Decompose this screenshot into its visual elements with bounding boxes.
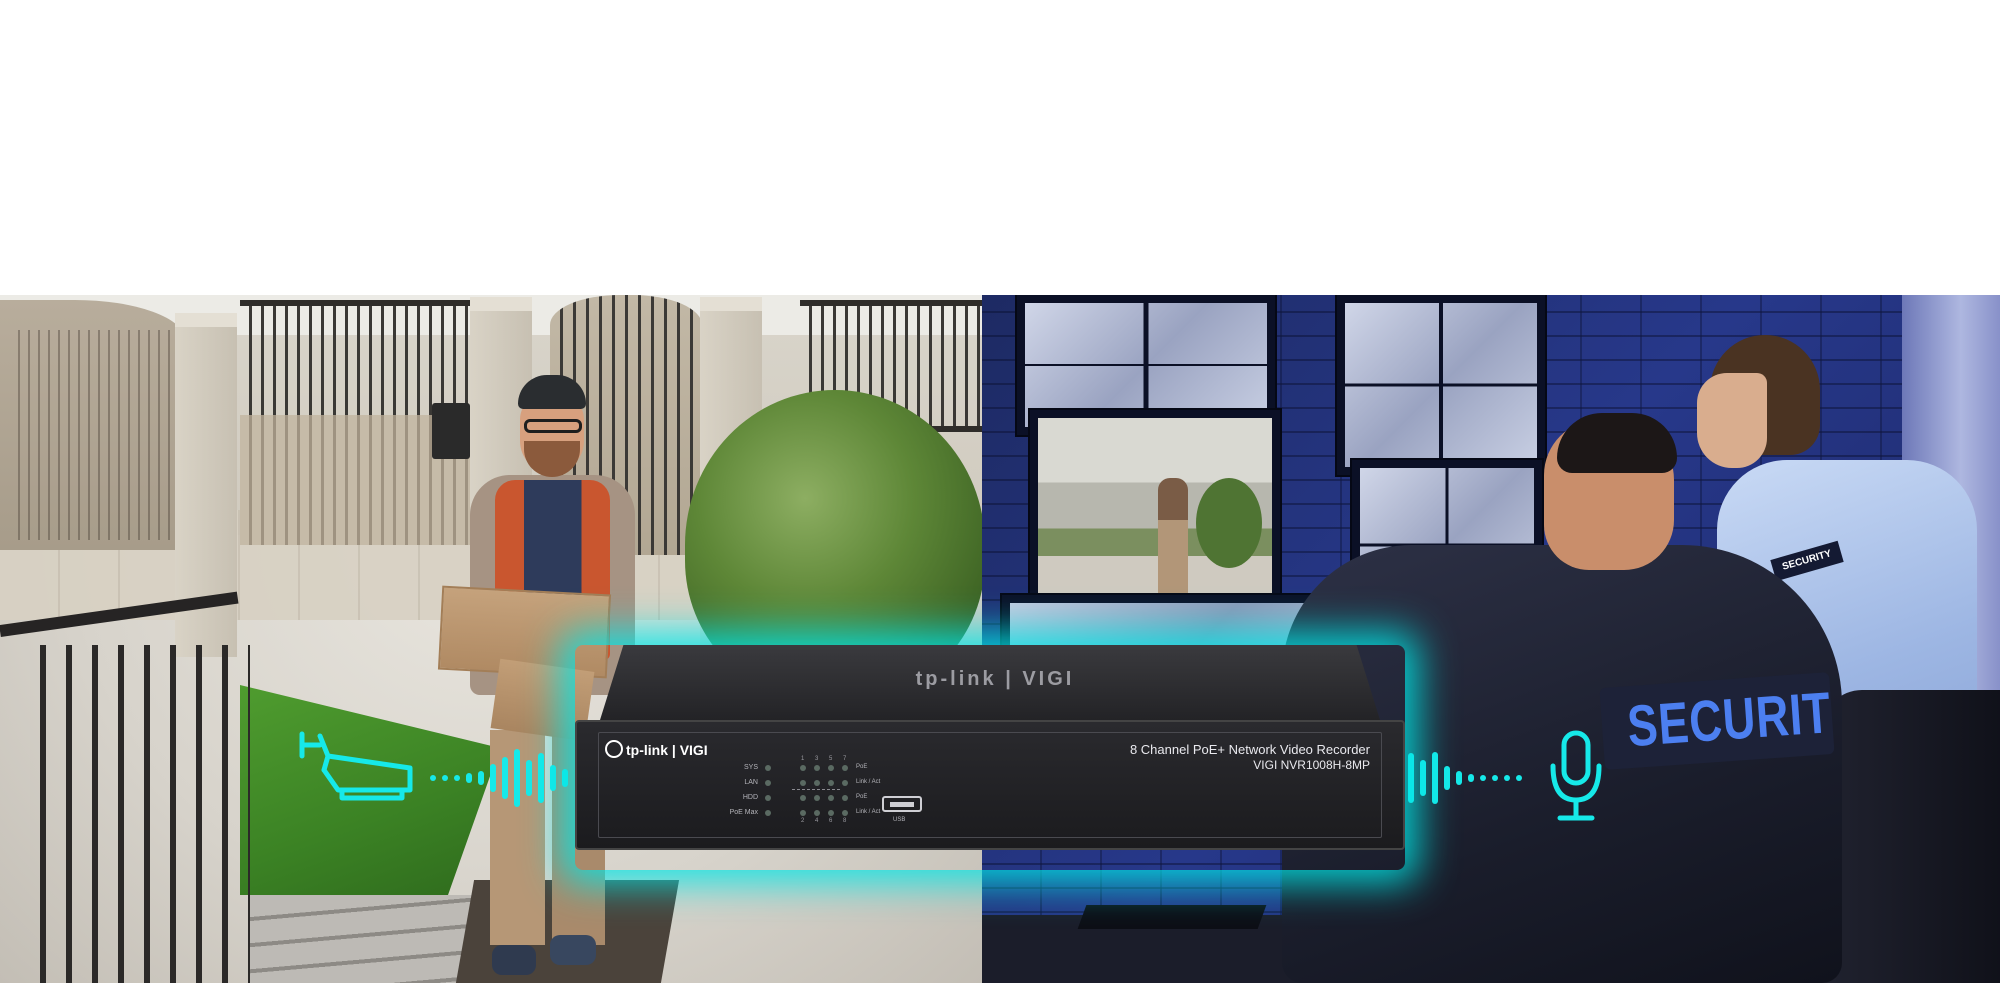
left-gate	[0, 300, 185, 550]
person-glasses	[524, 419, 582, 433]
port-led	[842, 780, 848, 786]
person-shoe	[550, 935, 596, 965]
port-row-label: PoE	[856, 794, 868, 800]
office-chair	[1822, 690, 2000, 983]
sound-wave-bar	[1516, 775, 1522, 781]
sound-wave-bar	[1408, 753, 1414, 803]
security-room-photo: SECURITY SECURITY	[982, 295, 2000, 983]
sound-wave-bar	[1432, 752, 1438, 804]
sound-wave-bar	[430, 775, 436, 781]
port-number: 5	[829, 756, 833, 762]
port-led	[800, 810, 806, 816]
port-row-label: PoE	[856, 764, 868, 770]
sound-wave-bar	[466, 773, 472, 783]
wrought-iron-railing	[0, 625, 255, 983]
sound-wave-bar	[1504, 775, 1510, 781]
status-led	[765, 780, 771, 786]
port-number: 3	[815, 756, 819, 762]
nvr-brand-text: tp-link | VIGI	[626, 742, 708, 758]
cctv-monitor-live-feed	[1030, 410, 1280, 610]
keyboard	[1077, 905, 1267, 929]
nvr-model-title: 8 Channel PoE+ Network Video Recorder	[1129, 742, 1370, 757]
hero-banner: SECURITY SECURITY	[0, 295, 2000, 983]
port-number: 7	[843, 756, 847, 762]
cctv-monitor	[1337, 295, 1545, 475]
port-led	[814, 810, 820, 816]
led-label: PoE Max	[729, 809, 758, 816]
port-led	[800, 765, 806, 771]
sound-wave-bar	[1456, 771, 1462, 785]
port-number: 6	[829, 818, 833, 824]
nvr-top-logo: tp-link | VIGI	[915, 668, 1075, 690]
port-number: 1	[801, 756, 805, 762]
sound-wave-bar	[526, 760, 532, 796]
nvr-brand: tp-link | VIGI	[605, 740, 708, 758]
sound-wave-bar	[1468, 774, 1474, 782]
sound-wave-bar	[1480, 775, 1486, 781]
security-patch-text: SECURITY	[1625, 677, 1835, 760]
sound-wave-bar	[1420, 760, 1426, 796]
sound-wave-bar	[1444, 766, 1450, 790]
status-led	[765, 795, 771, 801]
sound-wave-bar	[1492, 775, 1498, 781]
port-row-label: Link / Act	[856, 809, 881, 815]
person-beard	[524, 441, 580, 477]
sound-wave-bar	[562, 769, 568, 787]
port-led	[814, 780, 820, 786]
sound-wave-bar	[490, 764, 496, 792]
led-label: HDD	[742, 794, 758, 801]
security-patch: SECURITY	[1599, 672, 1835, 770]
usb-label: USB	[893, 817, 906, 823]
microphone-icon	[1550, 730, 1602, 821]
port-led	[828, 810, 834, 816]
doorstep-photo	[0, 295, 982, 983]
led-label: LAN	[744, 779, 758, 786]
tp-link-logo-icon	[605, 740, 623, 758]
port-number: 8	[843, 818, 847, 824]
status-led	[765, 765, 771, 771]
sound-wave-bar	[514, 749, 520, 807]
port-row-label: Link / Act	[856, 779, 881, 785]
sound-wave-bar	[538, 753, 544, 803]
port-led	[842, 810, 848, 816]
port-led	[814, 765, 820, 771]
led-label: SYS	[743, 764, 758, 771]
status-led	[765, 810, 771, 816]
port-number: 2	[801, 818, 805, 824]
person-shoe	[492, 945, 536, 975]
port-number: 4	[815, 818, 819, 824]
port-led	[800, 795, 806, 801]
port-led	[828, 795, 834, 801]
female-guard-face	[1697, 373, 1767, 468]
male-guard-hair	[1557, 413, 1677, 473]
usb-port	[882, 796, 922, 812]
sound-wave-bar	[442, 775, 448, 781]
port-led	[828, 780, 834, 786]
sound-wave-bar	[454, 775, 460, 781]
port-led	[842, 765, 848, 771]
sound-wave-bar	[502, 757, 508, 799]
security-camera-icon	[299, 731, 413, 801]
port-led	[814, 795, 820, 801]
sound-wave-bar	[550, 765, 556, 791]
nvr-model-number: VIGI NVR1008H-8MP	[1253, 758, 1370, 772]
port-divider	[792, 789, 840, 790]
sound-wave-bar	[478, 771, 484, 785]
port-led	[842, 795, 848, 801]
port-led	[828, 765, 834, 771]
person-cap	[518, 375, 586, 409]
port-led	[800, 780, 806, 786]
